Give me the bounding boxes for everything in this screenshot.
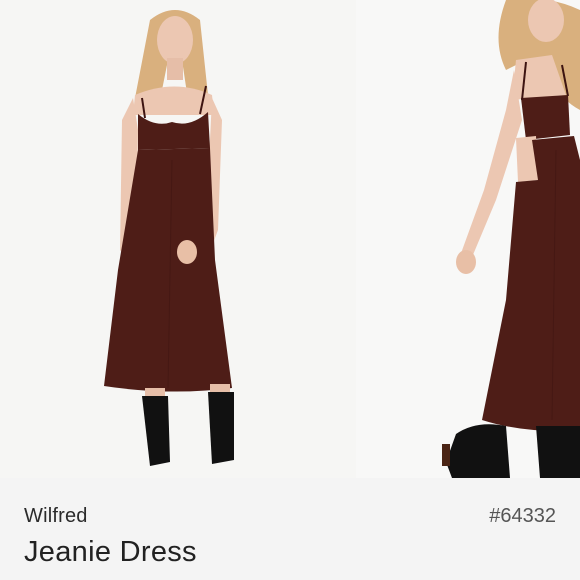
brand-name[interactable]: Wilfred — [24, 505, 88, 528]
listing-photos[interactable] — [0, 0, 580, 478]
model-side-illustration — [442, 0, 580, 478]
model-front-photo[interactable] — [0, 0, 356, 478]
listing-card[interactable]: Wilfred #64332 Jeanie Dress — [0, 0, 580, 580]
listing-info-bar[interactable]: Wilfred #64332 Jeanie Dress — [0, 478, 580, 580]
item-title[interactable]: Jeanie Dress — [24, 536, 197, 569]
model-front-illustration — [104, 10, 234, 466]
listing-id: #64332 — [489, 505, 556, 527]
model-side-photo[interactable] — [356, 0, 580, 478]
